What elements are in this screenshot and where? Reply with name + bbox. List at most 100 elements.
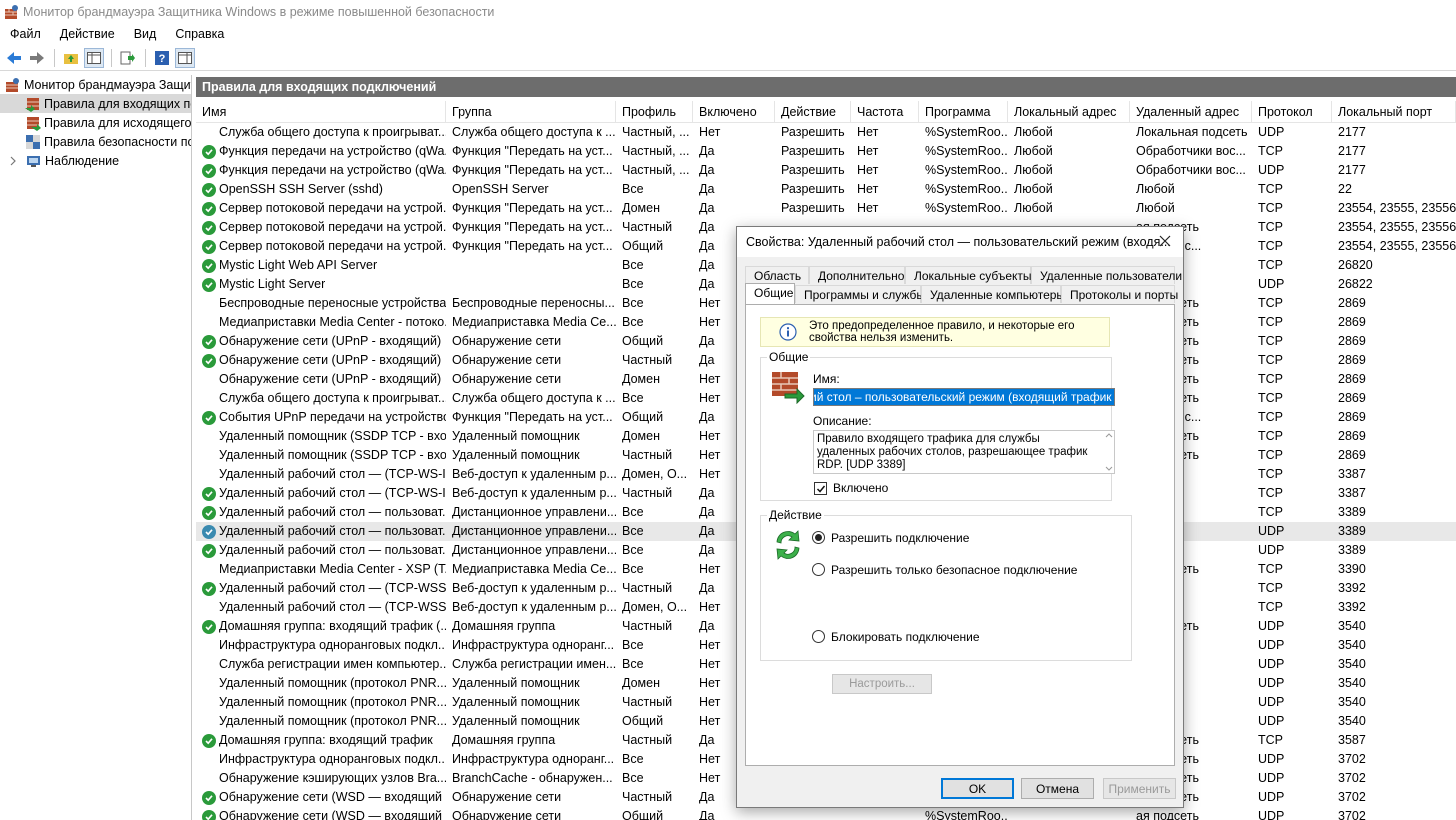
menu-action[interactable]: Действие [50, 27, 124, 41]
cell-name: Беспроводные переносные устройства... [196, 294, 446, 313]
table-cell: Да [699, 144, 715, 158]
show-hide-tree-button[interactable] [84, 47, 104, 68]
rule-enabled-icon [202, 353, 216, 368]
block-connection-radio[interactable] [812, 630, 825, 643]
table-cell: 3540 [1338, 714, 1366, 728]
tree-item-connection-security-rules[interactable]: Правила безопасности по, [0, 132, 191, 151]
table-cell: UDP [1258, 125, 1285, 139]
tab-local-principals[interactable]: Локальные субъекты [905, 266, 1032, 284]
table-cell: BranchCache - обнаружен... [452, 771, 613, 785]
table-cell: Все [622, 505, 644, 519]
rule-disabled-spacer [202, 601, 216, 615]
cell-name: Удаленный рабочий стол — (TCP-WSS ... [196, 598, 446, 617]
table-row[interactable]: OpenSSH SSH Server (sshd) OpenSSH Server В… [196, 180, 1456, 199]
table-row[interactable]: Функция передачи на устройство (qWa... Фу… [196, 161, 1456, 180]
table-cell: 3540 [1338, 676, 1366, 690]
table-cell: Да [699, 809, 715, 820]
tab-remote-users[interactable]: Удаленные пользователи [1031, 266, 1182, 284]
table-cell: Общий [622, 714, 664, 728]
allow-connection-radio[interactable] [812, 531, 825, 544]
tree-item-monitoring[interactable]: Наблюдение [0, 151, 191, 170]
firewall-rule-icon [772, 372, 805, 404]
forward-button[interactable] [27, 48, 47, 68]
tab-programs-services[interactable]: Программы и службы [795, 285, 925, 303]
tab-scope[interactable]: Область [745, 266, 809, 284]
help-button[interactable]: ? [152, 48, 172, 68]
column-header[interactable]: Программа [919, 101, 1008, 123]
export-list-button[interactable] [118, 48, 138, 68]
enabled-checkbox[interactable] [814, 482, 827, 495]
table-row[interactable]: Функция передачи на устройство (qWa... Фу… [196, 142, 1456, 161]
rule-name: События UPnP передачи на устройство... [219, 410, 446, 424]
table-cell: Инфраструктура одноранг... [452, 752, 615, 766]
back-button[interactable] [4, 48, 24, 68]
description-field[interactable]: Правило входящего трафика для службы уда… [813, 430, 1115, 474]
tree-item-inbound-rules[interactable]: Правила для входящих по [0, 94, 191, 113]
rule-name: Удаленный рабочий стол — (TCP-WSS ... [219, 600, 446, 614]
ok-button[interactable]: OK [941, 778, 1014, 799]
table-row[interactable]: Сервер потоковой передачи на устрой... Фу… [196, 199, 1456, 218]
rule-disabled-spacer [202, 373, 216, 387]
table-cell: Все [622, 638, 644, 652]
table-cell: Нет [857, 163, 879, 177]
apply-button[interactable]: Применить [1103, 778, 1176, 799]
table-cell: 3540 [1338, 695, 1366, 709]
rule-enabled-icon [202, 505, 216, 520]
table-cell: Удаленный помощник [452, 429, 580, 443]
tree-item-outbound-rules[interactable]: Правила для исходящего п [0, 113, 191, 132]
rule-disabled-spacer [202, 126, 216, 140]
tab-advanced[interactable]: Дополнительно [809, 266, 905, 284]
table-cell: Все [622, 277, 644, 291]
cell-name: Mystic Light Server [196, 275, 446, 294]
allow-secure-connection-radio[interactable] [812, 563, 825, 576]
table-cell: Локальная подсеть [1136, 125, 1248, 139]
menu-view[interactable]: Вид [124, 27, 166, 41]
close-icon[interactable] [1157, 233, 1173, 249]
table-cell: Общий [622, 410, 664, 424]
tab-remote-computers[interactable]: Удаленные компьютеры [921, 285, 1065, 303]
table-cell: Частный, ... [622, 125, 690, 139]
table-cell: Да [699, 163, 715, 177]
tab-general[interactable]: Общие [745, 283, 795, 304]
table-cell: 3392 [1338, 581, 1366, 595]
column-header[interactable]: Удаленный адрес [1130, 101, 1252, 123]
table-cell: Общий [622, 239, 664, 253]
table-cell: UDP [1258, 638, 1285, 652]
rule-name: Беспроводные переносные устройства... [219, 296, 446, 310]
column-header[interactable]: Имя [196, 101, 446, 123]
table-cell: Дистанционное управлени... [452, 543, 616, 557]
table-cell: Любой [1014, 163, 1053, 177]
menu-help[interactable]: Справка [165, 27, 233, 41]
up-folder-button[interactable] [61, 48, 81, 68]
cell-name: Медиаприставки Media Center - потоко... [196, 313, 446, 332]
block-connection-label: Блокировать подключение [831, 630, 980, 644]
show-hide-action-pane-button[interactable] [175, 47, 195, 68]
menu-file[interactable]: Файл [0, 27, 50, 41]
table-cell: Любой [1014, 125, 1053, 139]
rule-enabled-icon [202, 619, 216, 634]
column-header[interactable]: Частота [851, 101, 919, 123]
table-row[interactable]: Служба общего доступа к проигрыват... Слу… [196, 123, 1456, 142]
column-header[interactable]: Группа [446, 101, 616, 123]
column-header[interactable]: Действие [775, 101, 851, 123]
column-header[interactable]: Протокол [1252, 101, 1332, 123]
table-row[interactable]: Обнаружение сети (WSD — входящий ... Обна… [196, 807, 1456, 820]
scroll-arrows-icon[interactable] [1104, 431, 1114, 473]
table-cell: Частный [622, 619, 673, 633]
name-field[interactable]: ий стол – пользовательский режим (входящ… [813, 388, 1115, 406]
column-header[interactable]: Включено [693, 101, 775, 123]
table-cell: %SystemRoo... [925, 144, 1008, 158]
customize-button[interactable]: Настроить... [832, 674, 932, 694]
name-field-value: ий стол – пользовательский режим (входящ… [814, 389, 1114, 405]
tree-root[interactable]: Монитор брандмауэра Защит [0, 75, 191, 94]
table-cell: Все [622, 543, 644, 557]
column-header[interactable]: Локальный адрес [1008, 101, 1130, 123]
column-header[interactable]: Профиль [616, 101, 693, 123]
table-cell: 2869 [1338, 315, 1366, 329]
cell-name: Обнаружение сети (WSD — входящий ... [196, 807, 446, 820]
table-cell: TCP [1258, 353, 1283, 367]
tab-protocols-ports[interactable]: Протоколы и порты [1061, 285, 1178, 303]
table-cell: 23554, 23555, 23556 [1338, 220, 1456, 234]
cancel-button[interactable]: Отмена [1021, 778, 1094, 799]
cell-name: Удаленный помощник (протокол PNR... [196, 693, 446, 712]
